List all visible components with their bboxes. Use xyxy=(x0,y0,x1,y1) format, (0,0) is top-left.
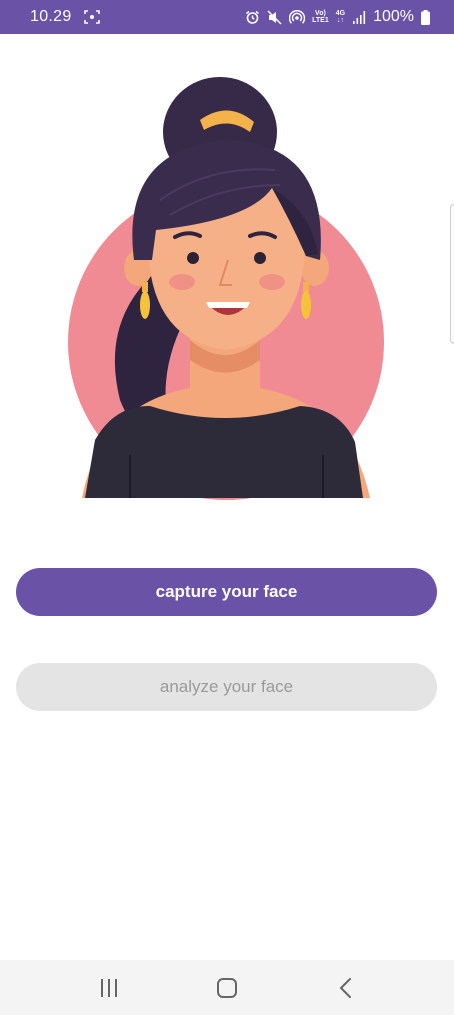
status-bar: 10.29 Vo) LTE1 4G ↓↑ 100% xyxy=(0,0,454,34)
home-icon[interactable] xyxy=(207,968,247,1008)
screenshot-icon xyxy=(83,10,100,24)
edge-panel-handle[interactable] xyxy=(450,204,454,344)
battery-icon xyxy=(421,9,430,25)
system-nav-bar xyxy=(0,960,454,1015)
recent-apps-icon[interactable] xyxy=(89,968,129,1008)
woman-avatar-illustration xyxy=(60,70,394,510)
battery-percent: 100% xyxy=(373,8,414,25)
alarm-icon xyxy=(245,10,260,25)
status-time: 10.29 xyxy=(30,8,72,25)
signal-icon xyxy=(352,10,366,24)
volte-indicator: Vo) LTE1 xyxy=(312,10,329,24)
mute-icon xyxy=(267,9,282,25)
analyze-face-button[interactable]: analyze your face xyxy=(16,663,437,711)
capture-face-button[interactable]: capture your face xyxy=(16,568,437,616)
data-indicator: 4G ↓↑ xyxy=(335,10,346,24)
back-icon[interactable] xyxy=(325,968,365,1008)
hotspot-icon xyxy=(289,9,306,25)
